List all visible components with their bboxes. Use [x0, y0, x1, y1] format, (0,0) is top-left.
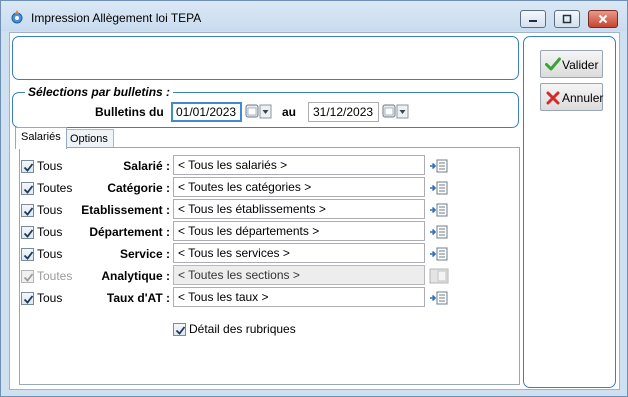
- etablissement-input[interactable]: < Tous les établissements >: [173, 199, 425, 219]
- all-sections-label: Toutes: [37, 269, 73, 283]
- list-picker-icon: [430, 291, 448, 305]
- cancel-label: Annuler: [562, 91, 604, 105]
- info-panel: [12, 36, 519, 80]
- all-departements-label: Tous: [37, 225, 63, 239]
- maximize-icon: [562, 14, 572, 24]
- all-taux-label: Tous: [37, 291, 63, 305]
- analytique-picker-button: [429, 268, 449, 284]
- all-salaries-checkbox[interactable]: [21, 160, 34, 173]
- all-etablissements-label: Tous: [37, 203, 63, 217]
- all-taux-checkbox[interactable]: [21, 292, 34, 305]
- tab-page-salaries: Tous Salarié : < Tous les salariés > Tou…: [19, 147, 520, 385]
- checkmark-icon: [23, 229, 34, 238]
- tab-options[interactable]: Options: [64, 129, 114, 149]
- validate-label: Valider: [562, 58, 599, 72]
- au-label: au: [282, 105, 297, 119]
- calendar-icon: [245, 104, 272, 119]
- detail-rubriques-label: Détail des rubriques: [189, 322, 296, 336]
- checkmark-icon: [23, 207, 34, 216]
- list-picker-icon: [429, 268, 449, 284]
- validate-button[interactable]: Valider: [540, 50, 603, 78]
- categorie-picker-button[interactable]: [429, 180, 449, 196]
- close-button[interactable]: [588, 10, 618, 28]
- checkmark-icon: [23, 273, 34, 282]
- list-picker-icon: [430, 247, 448, 261]
- bulletins-du-label: Bulletins du: [95, 105, 164, 119]
- selections-title: Sélections par bulletins :: [25, 85, 174, 99]
- list-picker-icon: [430, 181, 448, 195]
- title-bar[interactable]: Impression Allègement loi TEPA: [1, 1, 627, 31]
- all-departements-checkbox[interactable]: [21, 226, 34, 239]
- all-etablissements-checkbox[interactable]: [21, 204, 34, 217]
- categorie-label: Catégorie :: [107, 181, 170, 195]
- etablissement-picker-button[interactable]: [429, 202, 449, 218]
- departement-input[interactable]: < Tous les départements >: [173, 221, 425, 241]
- taux-at-picker-button[interactable]: [429, 290, 449, 306]
- service-label: Service :: [119, 247, 170, 261]
- maximize-button[interactable]: [554, 10, 580, 28]
- taux-at-label: Taux d'AT :: [106, 291, 170, 305]
- all-services-label: Tous: [37, 247, 63, 261]
- service-picker-button[interactable]: [429, 246, 449, 262]
- tab-salaries[interactable]: Salariés: [15, 127, 67, 149]
- categorie-input[interactable]: < Toutes les catégories >: [173, 177, 425, 197]
- app-icon: [11, 10, 23, 24]
- date-from-input[interactable]: 01/01/2023: [171, 102, 242, 122]
- checkmark-icon: [23, 251, 34, 260]
- checkmark-icon: [23, 163, 34, 172]
- salarie-picker-button[interactable]: [429, 158, 449, 174]
- service-input[interactable]: < Tous les services >: [173, 243, 425, 263]
- analytique-label: Analytique :: [101, 269, 170, 283]
- taux-at-input[interactable]: < Tous les taux >: [173, 287, 425, 307]
- date-to-input[interactable]: 31/12/2023: [308, 102, 379, 122]
- checkmark-icon: [175, 326, 186, 335]
- checkmark-icon: [23, 295, 34, 304]
- salarie-input[interactable]: < Tous les salariés >: [173, 155, 425, 175]
- analytique-input: < Toutes les sections >: [173, 265, 425, 285]
- cancel-button[interactable]: Annuler: [540, 83, 603, 111]
- date-to-calendar-button[interactable]: [382, 103, 410, 121]
- list-picker-icon: [430, 203, 448, 217]
- etablissement-label: Etablissement :: [81, 203, 170, 217]
- departement-label: Département :: [89, 225, 170, 239]
- calendar-icon: [382, 104, 409, 119]
- minimize-button[interactable]: [520, 10, 546, 28]
- departement-picker-button[interactable]: [429, 224, 449, 240]
- date-from-calendar-button[interactable]: [245, 103, 273, 121]
- close-icon: [598, 14, 608, 24]
- all-categories-label: Toutes: [37, 181, 73, 195]
- list-picker-icon: [430, 159, 448, 173]
- all-services-checkbox[interactable]: [21, 248, 34, 261]
- all-categories-checkbox[interactable]: [21, 182, 34, 195]
- check-icon: [545, 57, 561, 71]
- all-salaries-label: Tous: [37, 159, 63, 173]
- window-title: Impression Allègement loi TEPA: [31, 11, 202, 25]
- minimize-icon: [529, 20, 537, 22]
- client-area: Sélections par bulletins : Bulletins du …: [9, 32, 620, 390]
- list-picker-icon: [430, 225, 448, 239]
- main-window: Impression Allègement loi TEPA Sélection…: [0, 0, 628, 397]
- salarie-label: Salarié :: [123, 159, 170, 173]
- all-sections-checkbox: [21, 270, 34, 283]
- cross-icon: [546, 91, 560, 105]
- checkmark-icon: [23, 185, 34, 194]
- detail-rubriques-checkbox[interactable]: [173, 323, 186, 336]
